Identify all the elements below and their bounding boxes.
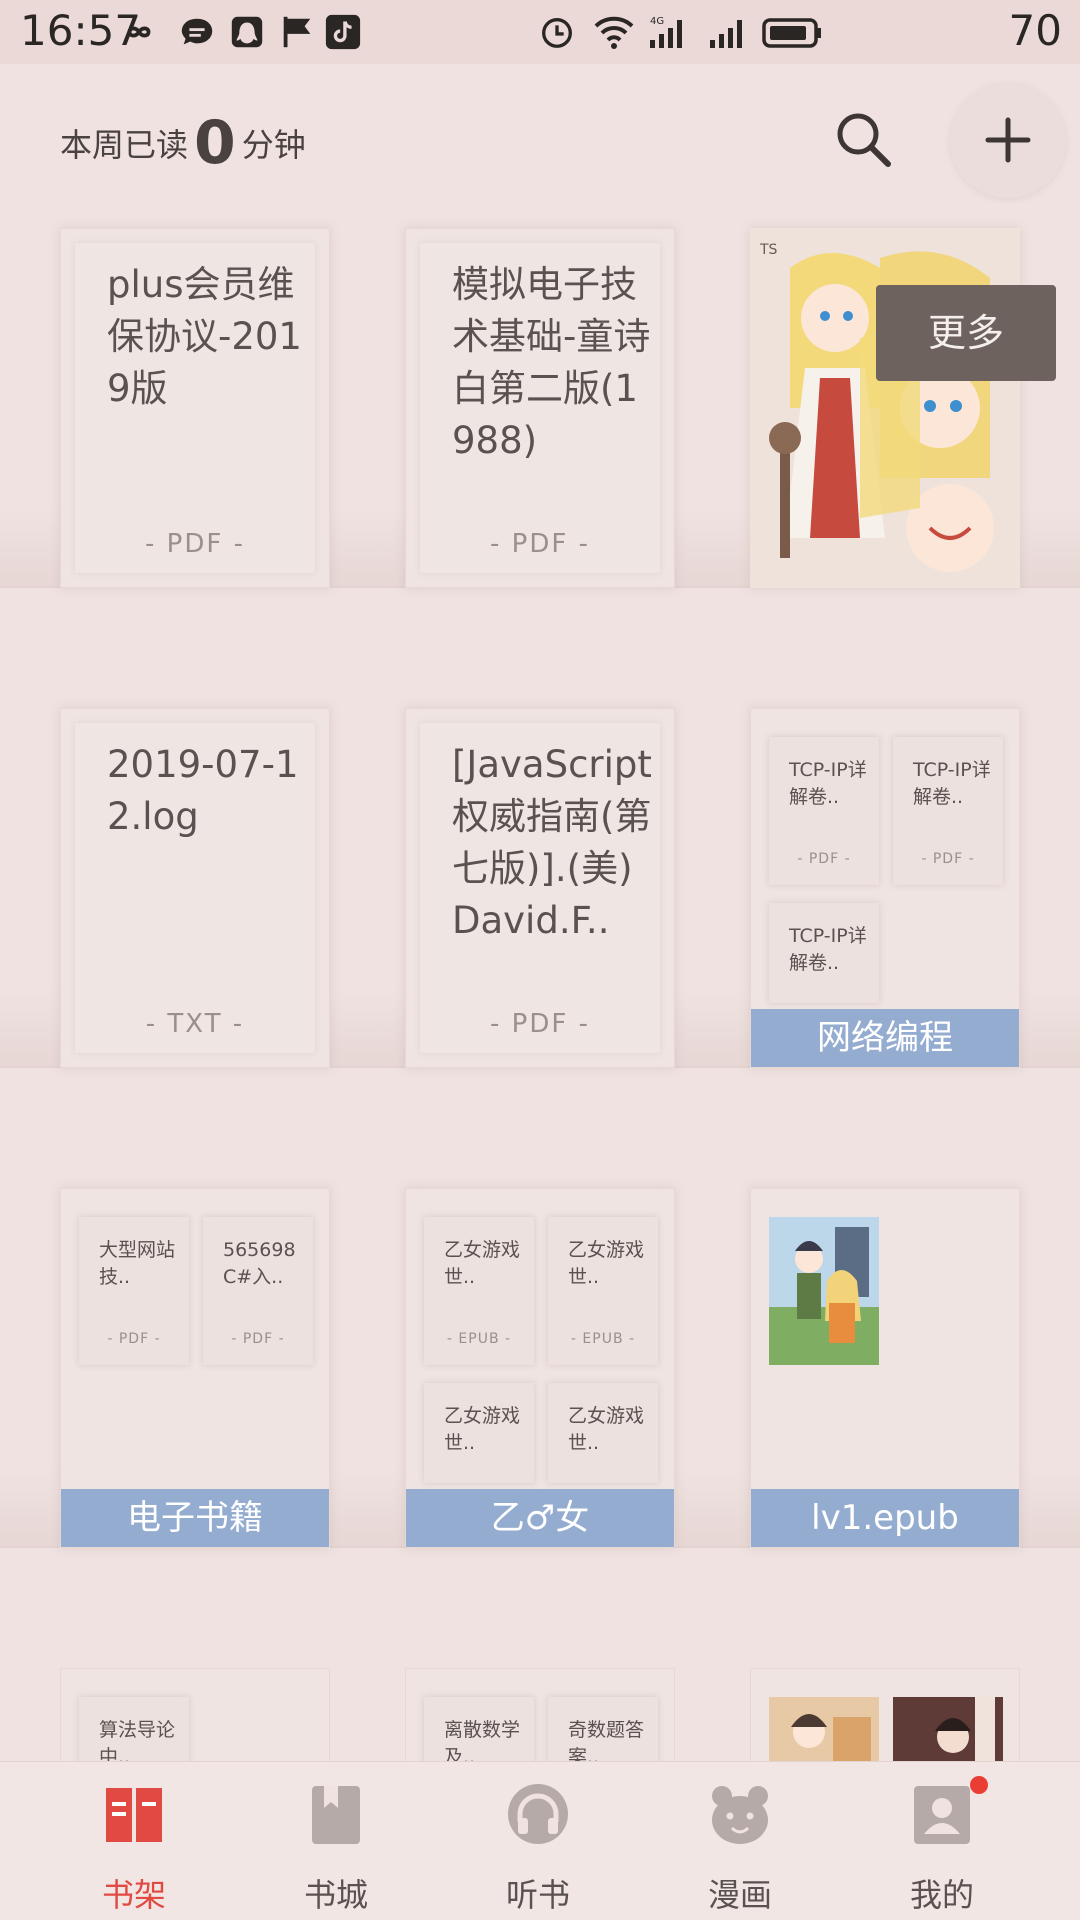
folder-mini-book: 565698C#入.. - PDF -: [203, 1217, 313, 1365]
nav-label: 书城: [303, 1876, 368, 1914]
book-format: - TXT -: [145, 1009, 245, 1039]
book-title: plus会员维保协议-2019版: [107, 263, 302, 410]
nav-label: 漫画: [707, 1876, 772, 1914]
folder-mini-book: 乙女游戏世..: [548, 1383, 658, 1483]
svg-text:TS: TS: [759, 242, 778, 258]
folder-mini-book: 乙女游戏世.. - EPUB -: [424, 1217, 534, 1365]
nav-tab-profile[interactable]: 我的: [852, 1762, 1032, 1920]
alarm-icon: [542, 17, 572, 48]
folder-label: 电子书籍: [61, 1489, 329, 1547]
folder-label: 乙♂女: [406, 1489, 674, 1547]
flag-icon: [283, 16, 311, 48]
bear-icon: [712, 1786, 768, 1844]
mini-book-title: 乙女游戏世..: [444, 1405, 521, 1454]
book-card[interactable]: plus会员维保协议-2019版 - PDF -: [60, 228, 330, 588]
lv1-cover-image: [769, 1217, 879, 1365]
folder-mini-book: TCP-IP详解卷.. - PDF -: [769, 737, 879, 885]
mini-book-title: 乙女游戏世..: [444, 1239, 521, 1288]
book-format: - PDF -: [490, 1009, 590, 1039]
folder-mini-book: TCP-IP详解卷.. - PDF -: [893, 737, 1003, 885]
nav-tab-comics[interactable]: 漫画: [650, 1762, 830, 1920]
mini-book-format: - EPUB -: [570, 1331, 636, 1347]
signal-4g-icon: 4G: [650, 16, 682, 48]
book-format: - PDF -: [145, 529, 245, 559]
mini-book-title: 乙女游戏世..: [568, 1239, 645, 1288]
bookmark-icon: [312, 1786, 360, 1844]
book-format: - PDF -: [490, 529, 590, 559]
mini-book-title: 565698C#入..: [223, 1239, 296, 1288]
book-card[interactable]: 模拟电子技术基础-童诗白第二版(1988) - PDF -: [405, 228, 675, 588]
mini-book-format: - PDF -: [107, 1331, 161, 1347]
bookshelf-icon: [106, 1788, 162, 1842]
book-card[interactable]: [JavaScript权威指南(第七版)].(美)David.F.. - PDF…: [405, 708, 675, 1068]
folder-card-otome[interactable]: 乙女游戏世.. - EPUB - 乙女游戏世.. - EPUB - 乙女游戏世.…: [405, 1188, 675, 1548]
book-cover-card[interactable]: TS: [750, 228, 1020, 588]
status-bar: 16:57 4G 70: [0, 0, 1080, 64]
mini-book-format: - PDF -: [797, 851, 851, 867]
nav-label: 听书: [505, 1876, 570, 1914]
chat-icon: [181, 18, 213, 45]
folder-mini-book: 乙女游戏世.. - EPUB -: [548, 1217, 658, 1365]
mini-book-title: TCP-IP详解卷..: [913, 759, 991, 808]
folder-mini-book: 乙女游戏世..: [424, 1383, 534, 1483]
more-popup[interactable]: 更多: [876, 285, 1056, 381]
mini-book-format: - PDF -: [921, 851, 975, 867]
mini-book-title: 乙女游戏世..: [568, 1405, 645, 1454]
folder-card-lv1[interactable]: lv1.epub: [750, 1188, 1020, 1548]
book-card[interactable]: 2019-07-12.log - TXT -: [60, 708, 330, 1068]
mini-book-title: TCP-IP详解卷..: [789, 759, 867, 808]
folder-card-network[interactable]: TCP-IP详解卷.. - PDF - TCP-IP详解卷.. - PDF - …: [750, 708, 1020, 1068]
book-title: 模拟电子技术基础-童诗白第二版(1988): [452, 263, 651, 462]
folder-mini-book: TCP-IP详解卷..: [769, 903, 879, 1003]
wifi-icon: [594, 16, 634, 49]
bottom-navigation: 书架 书城 听书 漫画 我的: [0, 1762, 1080, 1920]
battery-level: 70: [1008, 6, 1062, 55]
nav-label: 书架: [101, 1876, 166, 1914]
folder-mini-book: 大型网站技.. - PDF -: [79, 1217, 189, 1365]
mini-book-title: TCP-IP详解卷..: [789, 925, 867, 974]
book-title: [JavaScript权威指南(第七版)].(美)David.F..: [452, 743, 652, 942]
folder-label: lv1.epub: [751, 1489, 1019, 1547]
tiktok-icon: [325, 14, 361, 50]
svg-text:4G: 4G: [650, 16, 664, 27]
folder-label: 网络编程: [751, 1009, 1019, 1067]
qq-icon: [231, 16, 263, 48]
notification-dot: [970, 1776, 988, 1794]
anime-cover-image: TS: [750, 228, 1020, 588]
mini-book-format: - PDF -: [231, 1331, 285, 1347]
mini-book-format: - EPUB -: [446, 1331, 512, 1347]
book-title: 2019-07-12.log: [107, 743, 299, 838]
nav-tab-bookstore[interactable]: 书城: [246, 1762, 426, 1920]
nav-tab-audiobook[interactable]: 听书: [448, 1762, 628, 1920]
signal-icon: [710, 20, 742, 48]
headphones-icon: [508, 1784, 568, 1844]
mini-book-title: 大型网站技..: [99, 1239, 176, 1288]
profile-icon: [914, 1786, 970, 1844]
nav-label: 我的: [909, 1876, 974, 1914]
infinity-icon: [127, 26, 151, 38]
folder-card-ebooks[interactable]: 大型网站技.. - PDF - 565698C#入.. - PDF - 电子书籍: [60, 1188, 330, 1548]
battery-icon: [762, 18, 821, 48]
nav-tab-bookshelf[interactable]: 书架: [44, 1762, 224, 1920]
